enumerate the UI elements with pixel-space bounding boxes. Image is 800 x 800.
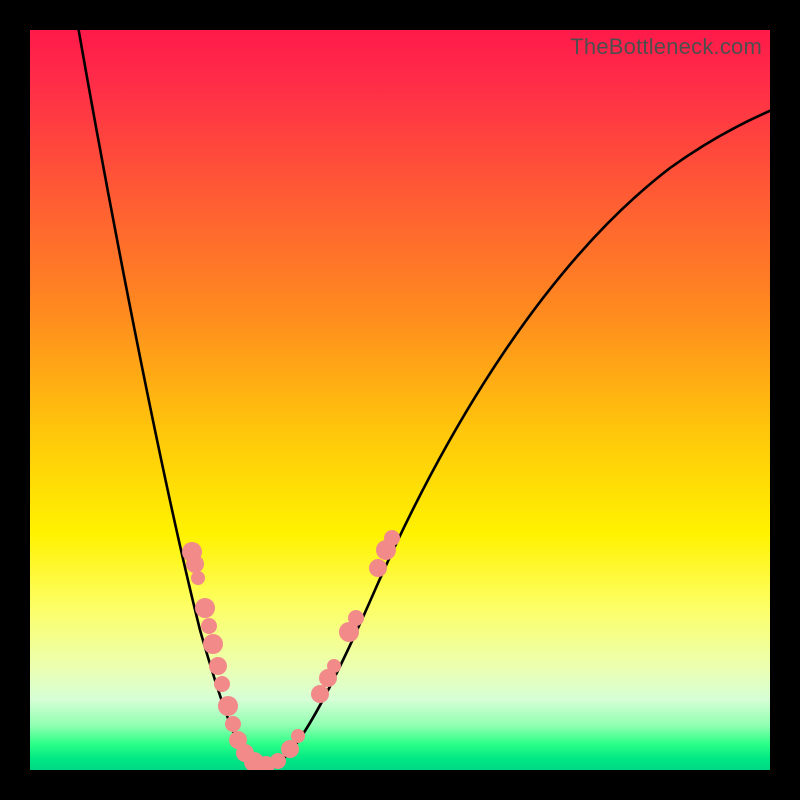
data-marker	[291, 729, 305, 743]
data-marker	[348, 610, 364, 626]
data-marker	[214, 676, 230, 692]
data-marker	[209, 657, 227, 675]
data-marker	[311, 685, 329, 703]
watermark-text: TheBottleneck.com	[570, 34, 762, 60]
gradient-background	[30, 30, 770, 770]
chart-frame: TheBottleneck.com	[0, 0, 800, 800]
data-marker	[191, 571, 205, 585]
data-marker	[186, 555, 204, 573]
data-marker	[225, 716, 241, 732]
data-marker	[384, 530, 400, 546]
data-marker	[218, 696, 238, 716]
data-marker	[201, 618, 217, 634]
chart-svg	[30, 30, 770, 770]
data-marker	[195, 598, 215, 618]
data-marker	[270, 753, 286, 769]
data-marker	[369, 559, 387, 577]
plot-area: TheBottleneck.com	[30, 30, 770, 770]
data-marker	[203, 634, 223, 654]
data-marker	[327, 659, 341, 673]
